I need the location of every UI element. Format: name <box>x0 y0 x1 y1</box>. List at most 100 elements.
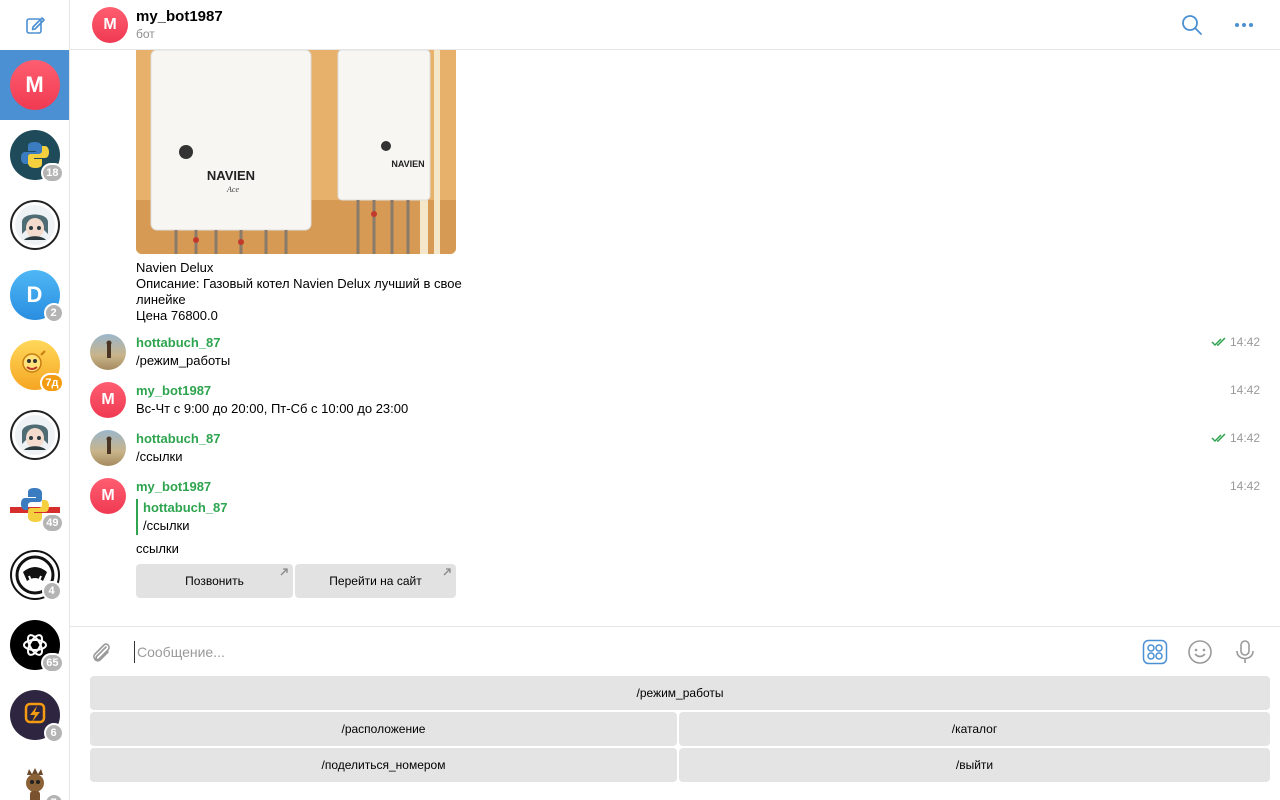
unread-badge: 7д <box>40 373 64 393</box>
user-photo-icon <box>106 436 112 454</box>
message-composer <box>70 626 1280 676</box>
voice-message-button[interactable] <box>1231 638 1259 666</box>
avatar: M <box>9 60 60 110</box>
message-text: /режим_работы <box>136 353 231 368</box>
attach-button[interactable] <box>88 639 114 665</box>
anime-character-icon <box>14 205 55 245</box>
search-icon <box>1182 15 1202 35</box>
paperclip-icon <box>93 643 110 662</box>
inline-call-button[interactable]: Позвонить <box>136 564 293 598</box>
message-time-text: 14:42 <box>1229 335 1260 349</box>
inline-website-button[interactable]: Перейти на сайт <box>295 564 456 598</box>
double-check-icon <box>1211 337 1226 347</box>
more-dots-icon <box>1235 23 1253 27</box>
avatar-letter: M <box>25 72 44 97</box>
sidebar-chat-openai[interactable]: 65 <box>0 610 69 680</box>
boiler-image: NAVIEN Ace NAVIEN <box>136 50 456 254</box>
bot-reply-keyboard: /режим_работы /расположение /каталог /по… <box>70 676 1280 800</box>
message-list: NAVIEN Ace NAVIEN Navien Delux Описание:… <box>70 50 1280 626</box>
message-time: 14:42 <box>1230 479 1260 493</box>
message-input[interactable] <box>134 641 1034 663</box>
unread-badge: 49 <box>41 513 64 533</box>
inline-button-label: Перейти на сайт <box>329 574 422 588</box>
avatar-letter: M <box>101 391 115 408</box>
sidebar-chat-python-django[interactable]: 18 <box>0 120 69 190</box>
chat-title[interactable]: my_bot1987 <box>136 8 223 25</box>
sidebar-chat-d[interactable]: D 2 <box>0 260 69 330</box>
more-options-button[interactable] <box>1232 13 1256 37</box>
message-time: 14:42 <box>1230 383 1260 397</box>
user-photo-icon <box>106 340 112 358</box>
product-price: Цена 76800.0 <box>136 308 218 323</box>
photo-brand-text: NAVIEN <box>207 168 255 183</box>
microphone-icon <box>1236 640 1254 663</box>
double-check-icon <box>1211 433 1226 443</box>
product-description: Описание: Газовый котел Navien Delux луч… <box>136 276 462 307</box>
keyboard-button-catalog[interactable]: /каталог <box>679 712 1270 746</box>
bot-avatar[interactable]: M <box>90 382 126 418</box>
chat-sidebar: M 18 D 2 7д 49 4 65 6 <box>0 0 70 800</box>
reply-quote[interactable]: hottabuch_87 /ссылки <box>136 499 228 535</box>
unread-badge: 65 <box>41 653 64 673</box>
unread-badge: 2 <box>43 303 64 323</box>
avatar: 7д <box>9 340 64 393</box>
keyboard-button-exit[interactable]: /выйти <box>679 748 1270 782</box>
search-button[interactable] <box>1180 13 1204 37</box>
message-author[interactable]: my_bot1987 <box>136 479 211 494</box>
message-time: 14:42 <box>1211 431 1260 445</box>
inline-button-label: Позвонить <box>185 574 244 588</box>
avatar <box>9 200 60 250</box>
sidebar-chat-anime-2[interactable] <box>0 400 69 470</box>
sidebar-chat-groot[interactable]: 7 <box>0 750 69 800</box>
user-avatar[interactable] <box>90 430 126 466</box>
message-text: ссылки <box>136 541 179 556</box>
keyboard-button-share-number[interactable]: /поделиться_номером <box>90 748 677 782</box>
unread-badge: 4 <box>41 581 62 601</box>
sidebar-chat-anime-1[interactable] <box>0 190 69 260</box>
sidebar-chat-python-ru[interactable]: 49 <box>0 470 69 540</box>
message-time-text: 14:42 <box>1229 479 1260 493</box>
keyboard-button-work-hours[interactable]: /режим_работы <box>90 676 1270 710</box>
message-time-text: 14:42 <box>1229 431 1260 445</box>
external-link-arrow-icon <box>280 568 288 576</box>
message-author[interactable]: hottabuch_87 <box>136 335 221 350</box>
bot-commands-button[interactable] <box>1141 638 1169 666</box>
photo-model-text: Ace <box>226 185 239 194</box>
avatar: D 2 <box>9 270 64 323</box>
message-author[interactable]: hottabuch_87 <box>136 431 221 446</box>
avatar: 6 <box>9 690 64 743</box>
avatar: 18 <box>9 130 64 183</box>
reply-author: hottabuch_87 <box>143 500 228 515</box>
avatar: 7 <box>9 760 64 800</box>
sidebar-chat-emoji[interactable]: 7д <box>0 330 69 400</box>
sidebar-chat-coder[interactable]: 6 <box>0 680 69 750</box>
keyboard-button-location[interactable]: /расположение <box>90 712 677 746</box>
message-author[interactable]: my_bot1987 <box>136 383 211 398</box>
bot-avatar[interactable]: M <box>90 478 126 514</box>
avatar <box>9 410 60 460</box>
user-avatar[interactable] <box>90 334 126 370</box>
product-name: Navien Delux <box>136 260 214 275</box>
chat-subtitle: бот <box>136 27 155 41</box>
smile-icon <box>1188 640 1212 664</box>
unread-badge: 18 <box>41 163 64 183</box>
photo-brand-text-2: NAVIEN <box>391 159 424 169</box>
unread-badge: 6 <box>43 723 64 743</box>
telegram-window: M 18 D 2 7д 49 4 65 6 M my_bot1987 бот N… <box>0 0 1280 800</box>
chat-header: M my_bot1987 бот <box>70 0 1280 50</box>
sidebar-chat-snake[interactable]: 4 <box>0 540 69 610</box>
avatar-letter: M <box>103 16 117 33</box>
message-text: Вс-Чт с 9:00 до 20:00, Пт-Сб с 10:00 до … <box>136 401 409 416</box>
anime-character-icon <box>14 415 55 455</box>
reply-text: /ссылки <box>143 518 190 533</box>
external-link-arrow-icon <box>443 568 451 576</box>
emoji-button[interactable] <box>1186 638 1214 666</box>
sidebar-chat-my-bot[interactable]: M <box>0 50 69 120</box>
compose-button[interactable] <box>0 0 69 50</box>
avatar: 49 <box>9 480 64 533</box>
compose-icon <box>25 17 45 34</box>
product-caption: Navien Delux Описание: Газовый котел Nav… <box>136 260 466 324</box>
header-avatar[interactable]: M <box>92 7 128 43</box>
product-photo[interactable]: NAVIEN Ace NAVIEN <box>136 50 456 254</box>
avatar-letter: D <box>26 282 43 307</box>
